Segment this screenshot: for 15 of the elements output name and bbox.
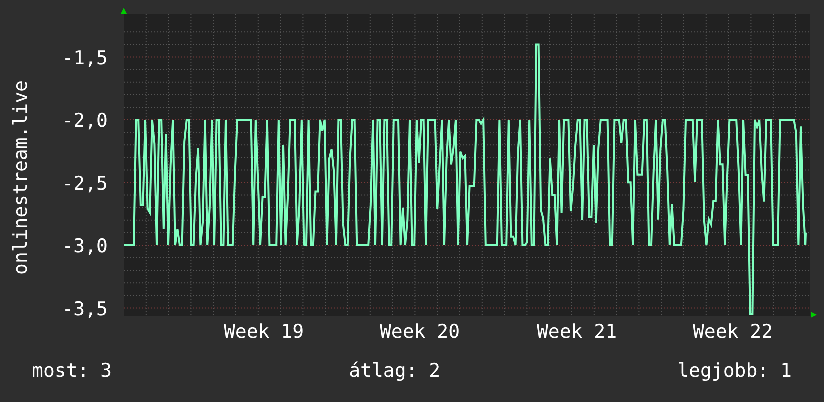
axis-tick-label: Week 20	[380, 321, 460, 340]
axis-tick-label: Week 21	[536, 321, 618, 340]
axis-tick-label: -3,5	[62, 298, 108, 320]
stat-label: legjobb: 1	[678, 358, 792, 384]
arrow-icon	[121, 8, 127, 14]
stat-label: most: 3	[32, 358, 112, 384]
stat-label: átlag: 2	[349, 358, 441, 384]
axis-tick-label: Week 19	[224, 321, 304, 340]
axis-tick-label: -2,0	[62, 110, 108, 132]
axis-tick-label: -3,0	[62, 236, 108, 258]
axis-tick-label: Week 22	[692, 321, 774, 340]
axis-tick-label: -2,5	[62, 172, 108, 195]
axis-tick-label: -1,5	[62, 47, 108, 70]
y-axis-label: onlinestream.live	[10, 80, 32, 275]
arrow-icon	[811, 312, 817, 318]
